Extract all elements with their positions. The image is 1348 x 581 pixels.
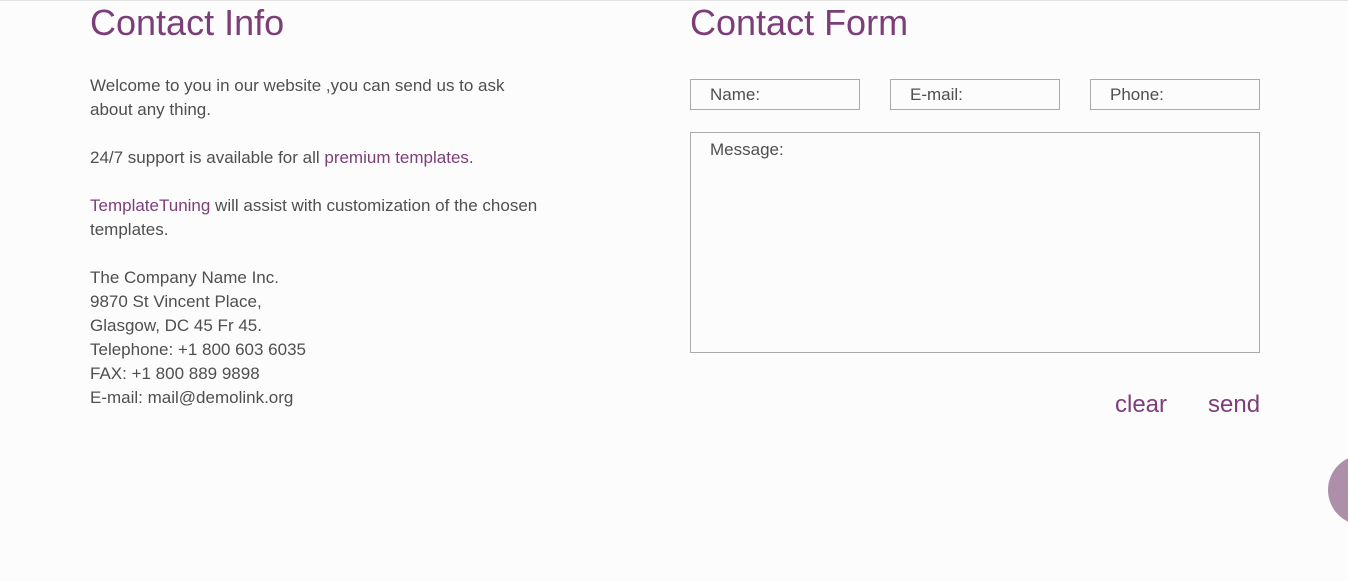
support-text: 24/7 support is available for all premiu…: [90, 146, 550, 170]
telephone: Telephone: +1 800 603 6035: [90, 340, 307, 359]
clear-button[interactable]: clear: [1115, 391, 1167, 419]
templatetuning-link[interactable]: TemplateTuning: [90, 196, 210, 215]
top-divider: [0, 0, 1348, 1]
contact-form-title: Contact Form: [690, 2, 909, 43]
scroll-to-top-button[interactable]: [1328, 455, 1348, 525]
phone-field[interactable]: Phone:: [1090, 79, 1260, 110]
name-field[interactable]: Name:: [690, 79, 860, 110]
street-address: 9870 St Vincent Place,: [90, 292, 262, 311]
support-suffix: .: [468, 148, 474, 167]
contact-info-body: Welcome to you in our website ,you can s…: [90, 74, 550, 410]
email-address: E-mail: mail@demolink.org: [90, 388, 294, 407]
company-name: The Company Name Inc.: [90, 268, 279, 287]
support-prefix: 24/7 support is available for all: [90, 148, 325, 167]
send-button[interactable]: send: [1208, 391, 1260, 419]
message-field[interactable]: Message:: [690, 132, 1260, 353]
address-block: The Company Name Inc. 9870 St Vincent Pl…: [90, 266, 550, 410]
contact-info-title: Contact Info: [90, 2, 285, 43]
welcome-text: Welcome to you in our website ,you can s…: [90, 76, 505, 119]
tuning-text: TemplateTuning will assist with customiz…: [90, 194, 550, 242]
premium-templates-link[interactable]: premium templates: [324, 148, 469, 167]
city-address: Glasgow, DC 45 Fr 45.: [90, 316, 262, 335]
fax: FAX: +1 800 889 9898: [90, 364, 260, 383]
email-field[interactable]: E-mail:: [890, 79, 1060, 110]
